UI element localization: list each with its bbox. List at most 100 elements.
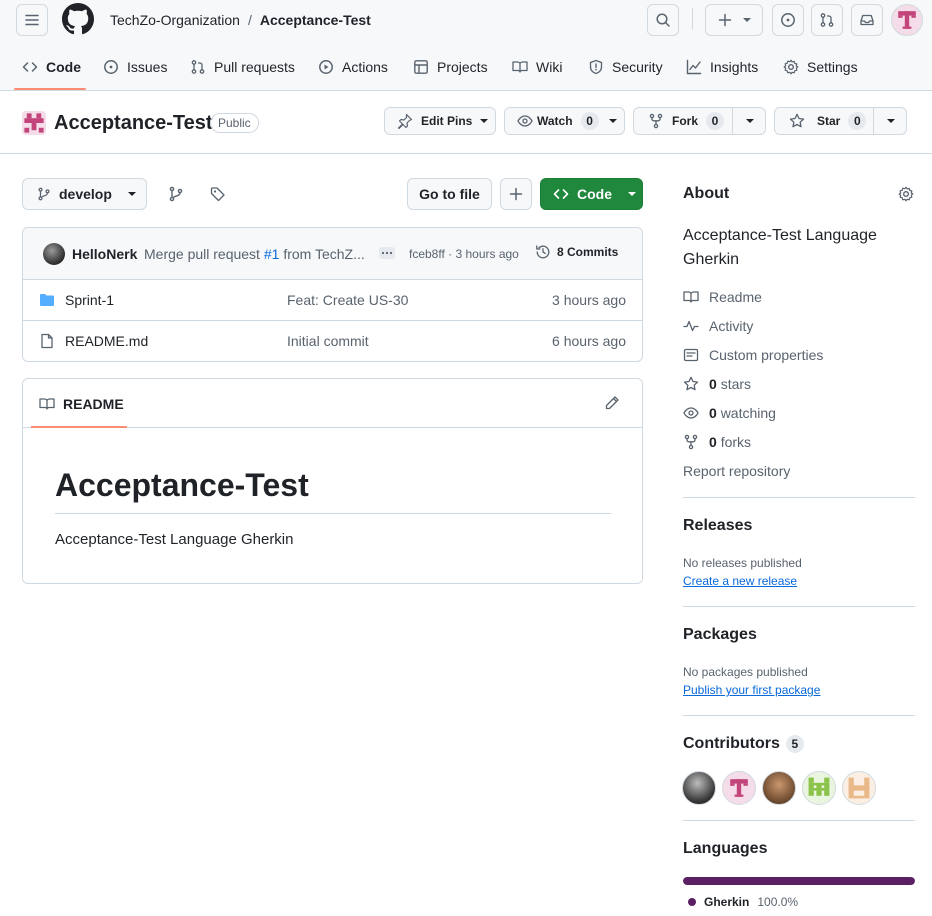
language-percent: 100.0%	[757, 895, 799, 909]
github-logo-icon[interactable]	[62, 3, 94, 35]
commit-sha-time[interactable]: fceb8ff · 3 hours ago	[409, 247, 519, 261]
commit-pr-link[interactable]: #1	[264, 246, 280, 262]
issues-button[interactable]	[772, 4, 804, 36]
caret-down-icon	[480, 119, 489, 123]
repo-owner-avatar[interactable]	[22, 111, 46, 135]
contributors-header[interactable]: Contributors 5	[683, 735, 804, 753]
breadcrumb-org-link[interactable]: TechZo-Organization	[110, 12, 240, 28]
commits-history-link[interactable]: 8 Commits	[535, 244, 618, 260]
tab-code[interactable]: Code	[22, 48, 81, 86]
inbox-button[interactable]	[851, 4, 883, 36]
report-repository-link[interactable]: Report repository	[683, 461, 790, 481]
divider	[683, 606, 915, 607]
contributor-avatar[interactable]	[682, 771, 716, 805]
contributor-avatar[interactable]	[722, 771, 756, 805]
about-activity-link[interactable]: Activity	[683, 316, 753, 336]
caret-down-icon	[743, 18, 751, 22]
hamburger-menu-button[interactable]	[16, 4, 48, 36]
watch-count: 0	[580, 112, 599, 130]
user-avatar[interactable]	[891, 4, 923, 36]
star-label: Star	[817, 114, 841, 128]
git-pull-request-icon	[820, 13, 834, 27]
tab-actions[interactable]: Actions	[318, 48, 388, 86]
star-count: 0	[848, 112, 867, 130]
tab-issues[interactable]: Issues	[103, 48, 167, 86]
table-icon	[414, 60, 428, 74]
contributor-avatar[interactable]	[762, 771, 796, 805]
tab-projects[interactable]: Projects	[413, 48, 488, 86]
table-row[interactable]: README.md Initial commit 6 hours ago	[23, 321, 642, 361]
fork-button[interactable]: Fork 0	[633, 107, 766, 135]
table-row[interactable]: Sprint-1 Feat: Create US-30 3 hours ago	[23, 280, 642, 321]
publish-package-link[interactable]: Publish your first package	[683, 683, 820, 697]
divider	[683, 497, 915, 498]
tab-insights[interactable]: Insights	[686, 48, 758, 86]
caret-down-icon	[127, 192, 136, 196]
commit-author-avatar[interactable]	[43, 243, 65, 265]
tab-settings[interactable]: Settings	[783, 48, 858, 86]
readme-tab[interactable]: README	[31, 379, 132, 428]
pencil-icon[interactable]	[604, 395, 620, 411]
pin-icon	[397, 113, 413, 129]
contributor-avatar[interactable]	[842, 771, 876, 805]
tab-pull-requests[interactable]: Pull requests	[190, 48, 295, 86]
tags-link[interactable]	[204, 178, 232, 210]
contributor-avatar[interactable]	[802, 771, 836, 805]
file-name[interactable]: Sprint-1	[65, 292, 114, 308]
about-stars-link[interactable]: 0 stars	[683, 374, 751, 394]
caret-down-icon[interactable]	[746, 117, 754, 125]
search-button[interactable]	[647, 4, 679, 36]
code-dropdown-button[interactable]: Code	[540, 178, 643, 210]
file-name[interactable]: README.md	[65, 333, 148, 349]
breadcrumb-repo-link[interactable]: Acceptance-Test	[260, 12, 371, 28]
caret-down-icon[interactable]	[887, 117, 895, 125]
star-button[interactable]: Star 0	[774, 107, 907, 135]
code-icon	[22, 62, 38, 72]
gear-icon[interactable]	[898, 186, 914, 202]
star-icon	[683, 376, 699, 391]
watch-button[interactable]: Watch 0	[504, 107, 625, 135]
note-icon	[683, 348, 699, 362]
edit-pins-button[interactable]: Edit Pins	[384, 107, 496, 135]
packages-heading[interactable]: Packages	[683, 626, 757, 644]
latest-commit-bar: HelloNerk Merge pull request #1 from Tec…	[23, 228, 642, 280]
branches-link[interactable]	[162, 178, 190, 210]
repo-name[interactable]: Acceptance-Test	[54, 111, 213, 135]
about-description: Acceptance-Test Language Gherkin	[683, 227, 877, 268]
add-file-button[interactable]	[500, 178, 532, 210]
issue-opened-icon	[781, 13, 795, 27]
file-commit-time: 3 hours ago	[552, 292, 626, 308]
readme-header: README	[23, 379, 642, 428]
about-watching-link[interactable]: 0 watching	[683, 403, 776, 423]
create-release-link[interactable]: Create a new release	[683, 574, 797, 588]
branch-selector[interactable]: develop	[22, 178, 147, 210]
graph-icon	[686, 59, 702, 75]
commit-author[interactable]: HelloNerk	[72, 246, 137, 262]
about-forks-link[interactable]: 0 forks	[683, 432, 751, 452]
pull-request-icon	[191, 60, 205, 74]
pull-requests-button[interactable]	[811, 4, 843, 36]
commits-count: 8 Commits	[557, 245, 619, 259]
language-item-gherkin[interactable]: Gherkin 100.0%	[688, 895, 798, 909]
about-readme-link[interactable]: Readme	[683, 287, 762, 307]
code-icon	[553, 189, 569, 199]
languages-bar	[683, 877, 915, 885]
file-commit-message[interactable]: Initial commit	[287, 333, 369, 349]
commit-message[interactable]: Merge pull request #1 from TechZ...	[144, 246, 368, 262]
go-to-file-button[interactable]: Go to file	[407, 178, 492, 210]
branch-name: develop	[59, 186, 112, 202]
file-commit-message[interactable]: Feat: Create US-30	[287, 292, 408, 308]
caret-down-icon	[628, 192, 636, 196]
shield-icon	[589, 59, 603, 75]
about-custom-properties-label: Custom properties	[709, 347, 824, 363]
expand-commit-button[interactable]	[379, 247, 395, 259]
releases-heading[interactable]: Releases	[683, 517, 752, 535]
tab-wiki[interactable]: Wiki	[512, 48, 562, 86]
about-heading: About	[683, 185, 730, 202]
about-custom-properties-link[interactable]: Custom properties	[683, 345, 823, 365]
readme-panel: README Acceptance-Test Acceptance-Test L…	[22, 378, 643, 584]
tab-security[interactable]: Security	[588, 48, 663, 86]
code-button-label: Code	[577, 186, 612, 202]
create-new-button[interactable]	[705, 4, 763, 36]
book-icon	[683, 291, 699, 303]
